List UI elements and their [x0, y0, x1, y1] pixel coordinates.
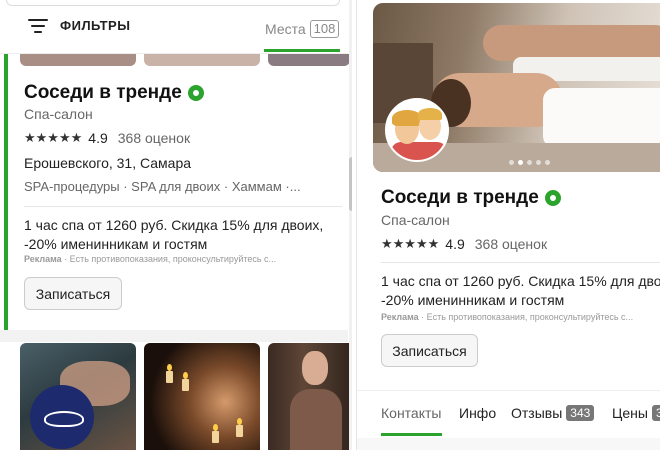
filters-button[interactable]: ФИЛЬТРЫ: [28, 18, 130, 33]
selected-indicator: [4, 54, 8, 330]
places-tab-label: Места: [265, 21, 306, 37]
hero-photo[interactable]: [373, 3, 660, 172]
business-avatar: [385, 98, 449, 162]
tab-prices[interactable]: Цены 3: [612, 405, 660, 421]
card-separator: [0, 330, 348, 342]
promo-line-2: -20% именинникам и гостям: [381, 292, 565, 308]
places-count-badge: 108: [309, 20, 340, 38]
divider: [381, 262, 660, 263]
verified-badge-icon: [544, 190, 561, 206]
rating-count: 368 оценок: [474, 236, 548, 252]
ad-disclaimer: · Есть противопоказания, проконсультируй…: [418, 312, 634, 322]
filter-icon: [28, 18, 48, 33]
card-photo[interactable]: [20, 54, 136, 66]
rating-stars-icon: ★★★★★: [381, 236, 440, 251]
card-address: Ерошевского, 31, Самара: [24, 155, 192, 171]
card-services: SPA-процедуры · SPA для двоих · Хаммам ·…: [24, 179, 301, 194]
card-category: Спа-салон: [24, 106, 93, 122]
card-promo: 1 час спа от 1260 руб. Скидка 15% для дв…: [24, 216, 344, 254]
tab-prices-label: Цены: [612, 405, 648, 421]
tab-contacts-label: Контакты: [381, 405, 442, 421]
results-scrollbar[interactable]: [349, 0, 352, 450]
card-title-text: Соседи в тренде: [24, 82, 182, 103]
tab-contacts[interactable]: Контакты: [381, 405, 441, 421]
tab-reviews-label: Отзывы: [511, 405, 563, 421]
promo-line-2: -20% именинникам и гостям: [24, 236, 208, 252]
book-button[interactable]: Записаться: [381, 334, 478, 367]
book-button[interactable]: Записаться: [24, 277, 122, 310]
ad-disclaimer: · Есть противопоказания, проконсультируй…: [61, 254, 277, 264]
result-card[interactable]: Соседи в тренде Спа-салон ★★★★★ 4.9 368 …: [0, 54, 348, 330]
search-box-edge: [6, 0, 340, 6]
place-promo: 1 час спа от 1260 руб. Скидка 15% для дв…: [381, 272, 660, 310]
place-title: Соседи в тренде: [381, 187, 561, 209]
reviews-count-badge: 343: [566, 405, 595, 421]
rating-value: 4.9: [445, 236, 465, 252]
results-panel: ФИЛЬТРЫ Места 108 Соседи в тренде Спа-са…: [0, 0, 352, 450]
card-photo[interactable]: [20, 343, 136, 450]
panel-bottom: [357, 438, 660, 450]
ad-notice: Реклама · Есть противопоказания, проконс…: [381, 312, 633, 322]
card-photo[interactable]: [268, 54, 350, 66]
card-photo[interactable]: [268, 343, 352, 450]
card-title[interactable]: Соседи в тренде: [24, 82, 204, 104]
promo-line-1: 1 час спа от 1260 руб. Скидка 15% для дв…: [381, 273, 660, 289]
places-tab[interactable]: Места 108: [265, 20, 340, 38]
place-category: Спа-салон: [381, 212, 450, 228]
card-photo[interactable]: [144, 54, 260, 66]
tab-reviews[interactable]: Отзывы 343: [511, 405, 595, 421]
filters-label: ФИЛЬТРЫ: [60, 18, 131, 33]
results-toolbar: ФИЛЬТРЫ Места 108: [0, 0, 348, 54]
ad-label: Реклама: [24, 254, 62, 264]
active-tab-underline: [381, 433, 442, 436]
tab-info-label: Инфо: [459, 405, 497, 421]
ad-notice: Реклама · Есть противопоказания, проконс…: [24, 254, 276, 264]
place-title-text: Соседи в тренде: [381, 187, 539, 208]
place-detail-panel: Соседи в тренде Спа-салон ★★★★★ 4.9 368 …: [356, 0, 660, 450]
prices-count-badge: 3: [651, 405, 660, 421]
ad-label: Реклама: [381, 312, 419, 322]
verified-badge-icon: [187, 85, 204, 101]
places-tab-underline: [264, 49, 340, 52]
rating-stars-icon: ★★★★★: [24, 130, 83, 145]
photo-pagination[interactable]: [509, 160, 550, 165]
rating-value: 4.9: [88, 130, 108, 146]
tab-info[interactable]: Инфо: [459, 405, 496, 421]
card-rating: ★★★★★ 4.9 368 оценок: [24, 130, 190, 146]
business-logo-icon: [30, 385, 94, 449]
place-rating[interactable]: ★★★★★ 4.9 368 оценок: [381, 236, 547, 252]
divider: [24, 206, 342, 207]
scrollbar-thumb[interactable]: [349, 157, 352, 211]
rating-count: 368 оценок: [117, 130, 191, 146]
card-photos-strip[interactable]: [20, 54, 350, 66]
card-photo[interactable]: [144, 343, 260, 450]
promo-line-1: 1 час спа от 1260 руб. Скидка 15% для дв…: [24, 217, 324, 233]
detail-tabs: Контакты Инфо Отзывы 343 Цены 3: [357, 390, 660, 438]
